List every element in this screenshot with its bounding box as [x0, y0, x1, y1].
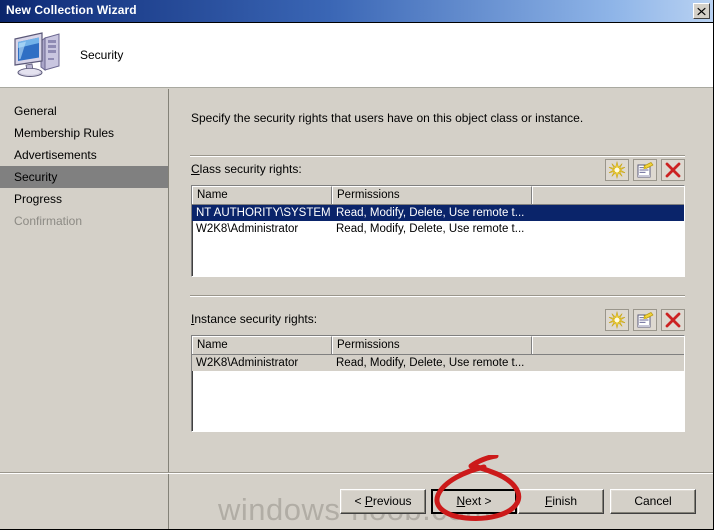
class-listview-body: NT AUTHORITY\SYSTEM Read, Modify, Delete… [192, 205, 684, 237]
class-properties-button[interactable] [633, 159, 657, 181]
next-button[interactable]: Next > [431, 489, 517, 514]
new-icon [608, 311, 626, 329]
sidebar-item-progress[interactable]: Progress [0, 188, 168, 210]
page-title: Security [80, 48, 124, 62]
class-security-listview[interactable]: Name Permissions NT AUTHORITY\SYSTEM Rea… [191, 185, 685, 277]
class-delete-button[interactable] [661, 159, 685, 181]
cell-permissions: Read, Modify, Delete, Use remote t... [336, 357, 525, 369]
class-security-label: Class security rights: [191, 162, 302, 176]
properties-icon [637, 162, 654, 178]
cell-permissions: Read, Modify, Delete, Use remote t... [336, 223, 525, 235]
instance-new-button[interactable] [605, 309, 629, 331]
delete-icon [665, 312, 681, 328]
class-section-separator [190, 155, 685, 157]
sidebar-item-confirmation: Confirmation [14, 214, 83, 228]
instance-security-label: Instance security rights: [191, 312, 318, 326]
cell-permissions: Read, Modify, Delete, Use remote t... [336, 207, 525, 219]
close-button[interactable] [693, 3, 710, 19]
cell-name: W2K8\Administrator [196, 357, 299, 369]
wizard-sidebar: General Membership Rules Advertisements … [0, 89, 169, 529]
sidebar-item-advertisements[interactable]: Advertisements [0, 144, 168, 166]
sidebar-step-list: General Membership Rules Advertisements … [0, 100, 168, 232]
computer-icon [12, 29, 68, 81]
sidebar-item-membership-rules[interactable]: Membership Rules [0, 122, 168, 144]
class-new-button[interactable] [605, 159, 629, 181]
wizard-window: New Collection Wizard Security General M… [0, 0, 714, 530]
sidebar-item-general[interactable]: General [0, 100, 168, 122]
previous-button[interactable]: < Previous [340, 489, 426, 514]
content-pane: Specify the security rights that users h… [170, 89, 713, 529]
instance-security-listview[interactable]: Name Permissions W2K8\Administrator Read… [191, 335, 685, 432]
class-listview-header: Name Permissions [192, 186, 684, 205]
instance-column-name[interactable]: Name [192, 336, 332, 354]
instance-column-permissions[interactable]: Permissions [332, 336, 532, 354]
delete-icon [665, 162, 681, 178]
sidebar-item-security[interactable]: Security [0, 166, 168, 188]
cell-name: W2K8\Administrator [196, 223, 299, 235]
instance-column-filler [532, 336, 684, 354]
table-row[interactable]: NT AUTHORITY\SYSTEM Read, Modify, Delete… [192, 205, 684, 221]
footer-separator [0, 472, 713, 474]
instance-delete-button[interactable] [661, 309, 685, 331]
title-bar: New Collection Wizard [0, 0, 713, 23]
instance-properties-button[interactable] [633, 309, 657, 331]
table-row[interactable]: W2K8\Administrator Read, Modify, Delete,… [192, 355, 684, 371]
instance-listview-header: Name Permissions [192, 336, 684, 355]
instance-listview-body: W2K8\Administrator Read, Modify, Delete,… [192, 355, 684, 371]
header-banner: Security [0, 23, 713, 88]
cancel-button[interactable]: Cancel [610, 489, 696, 514]
new-icon [608, 161, 626, 179]
cell-name: NT AUTHORITY\SYSTEM [196, 207, 331, 219]
class-column-filler [532, 186, 684, 204]
table-row[interactable]: W2K8\Administrator Read, Modify, Delete,… [192, 221, 684, 237]
instance-section-separator [190, 295, 685, 297]
window-title: New Collection Wizard [6, 3, 137, 17]
instruction-text: Specify the security rights that users h… [191, 111, 584, 125]
finish-button[interactable]: Finish [518, 489, 604, 514]
close-icon [697, 7, 706, 16]
class-column-permissions[interactable]: Permissions [332, 186, 532, 204]
properties-icon [637, 312, 654, 328]
class-column-name[interactable]: Name [192, 186, 332, 204]
